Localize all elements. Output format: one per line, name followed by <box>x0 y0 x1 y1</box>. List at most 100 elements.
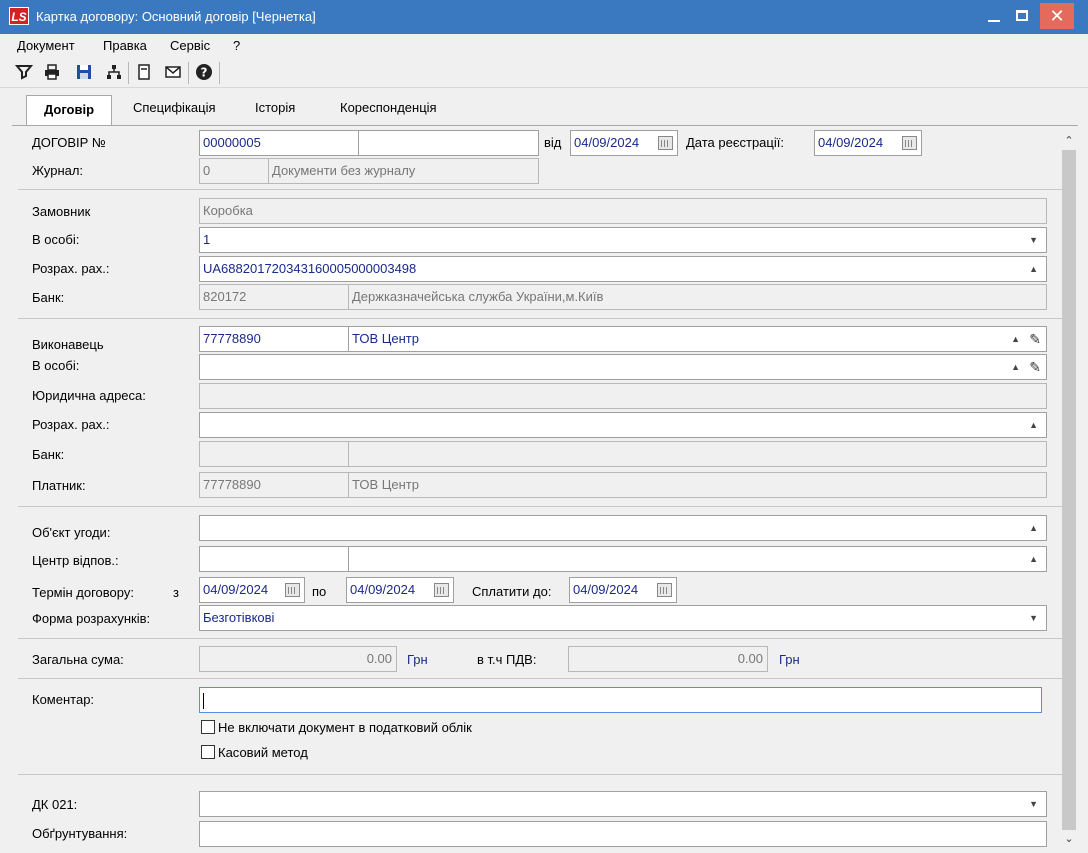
scroll-down-icon[interactable]: ⌄ <box>1060 830 1078 848</box>
payment-form-select[interactable]: Безготівкові ▼ <box>199 605 1047 631</box>
print-icon[interactable] <box>42 63 62 83</box>
section-divider <box>18 189 1062 190</box>
customer-field: Коробка <box>199 198 1047 224</box>
term-to-value: 04/09/2024 <box>350 582 416 597</box>
term-label: Термін договору: <box>32 585 134 600</box>
app-logo-icon: LS <box>9 7 29 25</box>
pencil-icon[interactable]: ✎ <box>1029 355 1041 379</box>
chevron-down-icon[interactable]: ▼ <box>1029 606 1038 630</box>
total-field: 0.00 <box>199 646 397 672</box>
customer-bank-code-field: 820172 <box>199 284 349 310</box>
maximize-button[interactable] <box>1007 2 1037 32</box>
comment-input[interactable] <box>199 687 1042 713</box>
contract-no-label: ДОГОВІР № <box>32 135 106 150</box>
chevron-up-icon[interactable]: ▲ <box>1029 516 1038 540</box>
tab-correspondence[interactable]: Кореспонденція <box>340 100 437 115</box>
contract-no-extra-input[interactable] <box>358 130 539 156</box>
customer-bank-label: Банк: <box>32 290 65 305</box>
title-bar: LS Картка договору: Основний договір [Че… <box>0 0 1088 34</box>
term-from-label: з <box>173 585 179 600</box>
close-icon: ✕ <box>1049 6 1065 26</box>
mail-icon[interactable] <box>163 63 183 83</box>
help-icon[interactable]: ? <box>194 63 214 83</box>
reg-date-input[interactable]: 04/09/2024 <box>814 130 922 156</box>
save-icon[interactable] <box>74 63 94 83</box>
term-from-value: 04/09/2024 <box>203 582 269 597</box>
payment-form-value: Безготівкові <box>203 610 275 625</box>
pay-until-value: 04/09/2024 <box>573 582 639 597</box>
executor-name-select[interactable]: ТОВ Центр ▲ ✎ <box>348 326 1047 352</box>
justification-input[interactable] <box>199 821 1047 847</box>
menu-document[interactable]: Документ <box>17 38 75 53</box>
executor-person-select[interactable]: ▲ ✎ <box>199 354 1047 380</box>
chevron-up-icon[interactable]: ▲ <box>1029 413 1038 437</box>
text-caret <box>203 692 204 709</box>
no-tax-checkbox[interactable] <box>201 720 215 734</box>
tab-specification[interactable]: Специфікація <box>133 100 216 115</box>
calendar-icon[interactable] <box>657 583 672 597</box>
term-to-date-input[interactable]: 04/09/2024 <box>346 577 454 603</box>
tab-contract[interactable]: Договір <box>26 95 112 126</box>
chevron-up-icon[interactable]: ▲ <box>1011 355 1020 379</box>
chevron-up-icon[interactable]: ▲ <box>1029 547 1038 571</box>
executor-bank-name-field <box>348 441 1047 467</box>
minimize-icon <box>988 19 1000 22</box>
executor-name-value: ТОВ Центр <box>352 331 419 346</box>
chevron-up-icon[interactable]: ▲ <box>1029 257 1038 281</box>
from-date-value: 04/09/2024 <box>574 135 640 150</box>
section-divider <box>18 774 1062 775</box>
tab-history[interactable]: Історія <box>255 100 295 115</box>
term-from-date-input[interactable]: 04/09/2024 <box>199 577 305 603</box>
subject-label: Об'єкт угоди: <box>32 525 111 540</box>
resp-center-code-input[interactable] <box>199 546 349 572</box>
tree-icon[interactable] <box>104 63 124 83</box>
customer-person-select[interactable]: 1 ▼ <box>199 227 1047 253</box>
scroll-up-icon[interactable]: ⌃ <box>1060 132 1078 150</box>
minimize-button[interactable] <box>979 2 1009 32</box>
cash-method-checkbox[interactable] <box>201 745 215 759</box>
executor-account-select[interactable]: ▲ <box>199 412 1047 438</box>
customer-account-label: Розрах. рах.: <box>32 261 110 276</box>
close-button[interactable]: ✕ <box>1040 3 1074 29</box>
subject-select[interactable]: ▲ <box>199 515 1047 541</box>
comment-label: Коментар: <box>32 692 95 707</box>
menu-service[interactable]: Сервіс <box>170 38 210 53</box>
customer-label: Замовник <box>32 204 91 219</box>
calendar-icon[interactable] <box>434 583 449 597</box>
justification-label: Обґрунтування: <box>32 826 128 841</box>
chevron-up-icon[interactable]: ▲ <box>1011 327 1020 351</box>
calendar-icon[interactable] <box>902 136 917 150</box>
customer-account-select[interactable]: UA688201720343160005000003498 ▲ <box>199 256 1047 282</box>
chevron-down-icon[interactable]: ▼ <box>1029 228 1038 252</box>
dk021-select[interactable]: ▼ <box>199 791 1047 817</box>
journal-name-field: Документи без журналу <box>268 158 539 184</box>
customer-person-value: 1 <box>203 232 211 247</box>
resp-center-name-select[interactable]: ▲ <box>348 546 1047 572</box>
executor-person-label: В особі: <box>32 358 80 373</box>
vertical-scrollbar[interactable]: ⌃ ⌄ <box>1060 128 1078 853</box>
calendar-icon[interactable] <box>658 136 673 150</box>
section-divider <box>18 318 1062 319</box>
legal-address-label: Юридична адреса: <box>32 388 146 403</box>
customer-bank-name-field: Держказначейська служба України,м.Київ <box>348 284 1047 310</box>
window-title: Картка договору: Основний договір [Черне… <box>36 9 316 24</box>
menu-edit[interactable]: Правка <box>103 38 147 53</box>
executor-code-input[interactable]: 77778890 <box>199 326 349 352</box>
contract-no-input[interactable]: 00000005 <box>199 130 359 156</box>
reg-date-value: 04/09/2024 <box>818 135 884 150</box>
chevron-down-icon[interactable]: ▼ <box>1029 792 1038 816</box>
pay-until-label: Сплатити до: <box>472 584 552 599</box>
calendar-icon[interactable] <box>285 583 300 597</box>
menu-help[interactable]: ? <box>233 38 240 53</box>
form-icon[interactable] <box>134 63 154 83</box>
toolbar-separator <box>128 62 129 84</box>
from-date-input[interactable]: 04/09/2024 <box>570 130 678 156</box>
maximize-icon <box>1016 10 1028 22</box>
pencil-icon[interactable]: ✎ <box>1029 327 1041 351</box>
scroll-thumb[interactable] <box>1062 150 1076 830</box>
payment-form-label: Форма розрахунків: <box>32 611 151 626</box>
filter-icon[interactable] <box>14 63 34 83</box>
pay-until-date-input[interactable]: 04/09/2024 <box>569 577 677 603</box>
customer-account-value: UA688201720343160005000003498 <box>203 261 417 276</box>
term-to-label: по <box>312 584 327 599</box>
